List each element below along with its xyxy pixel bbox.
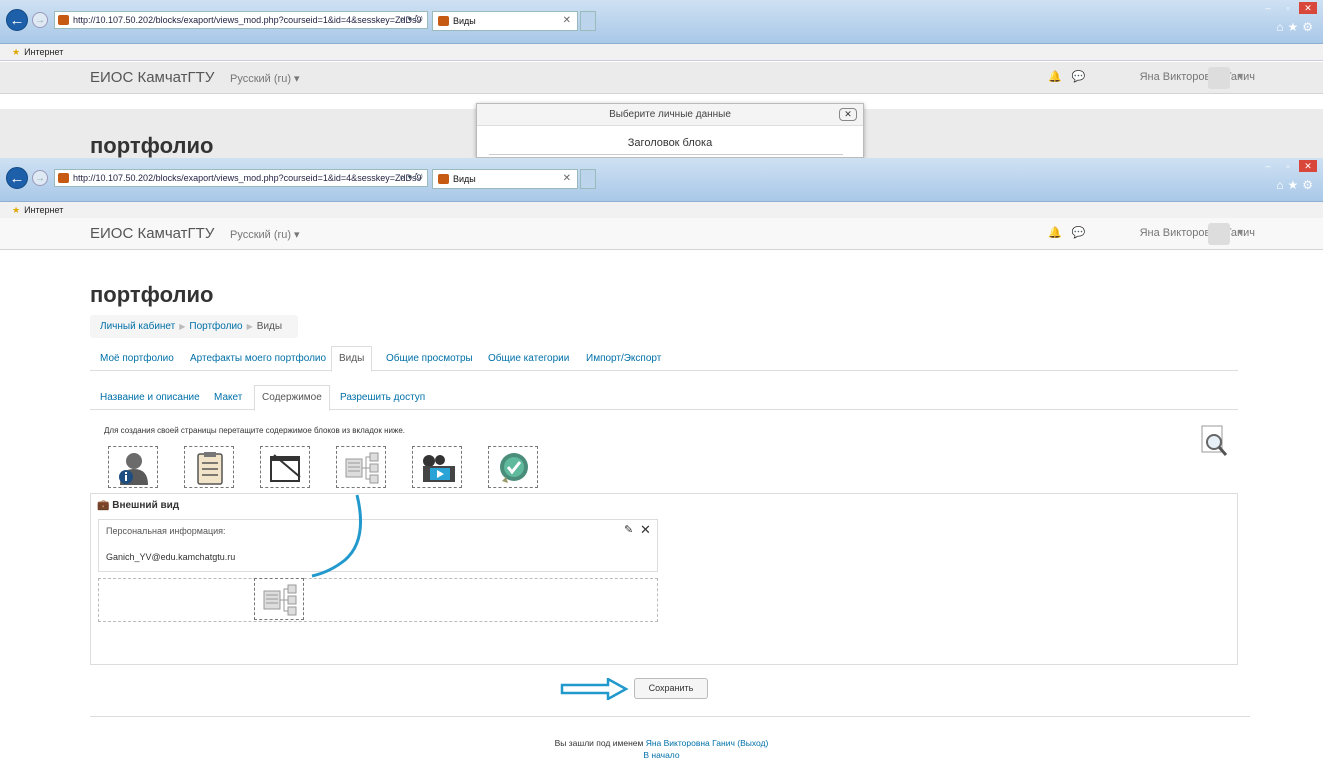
- save-button[interactable]: Сохранить: [634, 678, 708, 699]
- footer-user-link[interactable]: Яна Викторовна Ганич: [646, 738, 735, 748]
- footer-logout-link[interactable]: (Выход): [737, 738, 768, 748]
- footer-divider: [90, 716, 1250, 717]
- footer-login-info: Вы зашли под именем Яна Викторовна Ганич…: [0, 738, 1323, 748]
- arrow-right-icon: [560, 678, 629, 700]
- drag-annotation: [311, 494, 363, 578]
- drag-path-line: [311, 494, 363, 578]
- footer-home-link[interactable]: В начало: [0, 750, 1323, 760]
- footer-prefix: Вы зашли под именем: [554, 738, 644, 748]
